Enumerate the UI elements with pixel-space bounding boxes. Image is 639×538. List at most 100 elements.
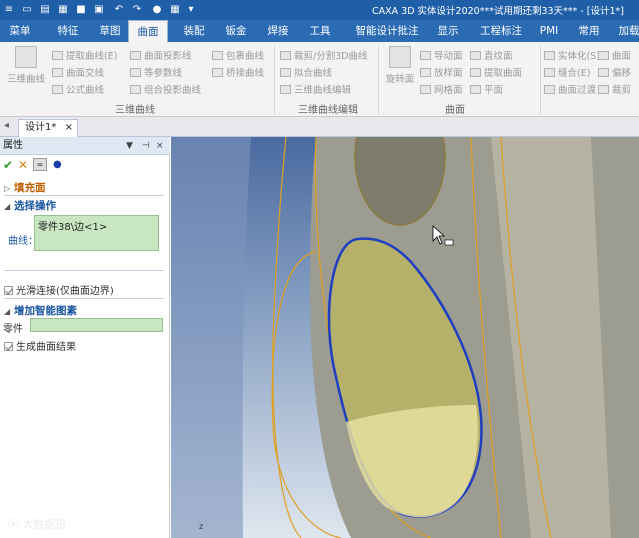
- curve-selection-field[interactable]: 零件38\边<1>: [34, 215, 159, 251]
- bridge-curve-button[interactable]: 桥接曲线: [212, 65, 264, 79]
- tab-assembly[interactable]: 装配: [176, 20, 212, 42]
- surface-projection-button[interactable]: 曲面投影线: [130, 48, 192, 62]
- trim-surface-button[interactable]: 裁剪: [598, 82, 631, 96]
- sweep-surface-icon: [420, 51, 431, 60]
- generate-surface-checkbox[interactable]: 生成曲面结果: [4, 338, 76, 353]
- collapse-icon: ◢: [4, 307, 11, 316]
- section-select-operation[interactable]: ◢ 选择操作: [4, 198, 56, 213]
- panel-menu-icon[interactable]: ▼: [126, 137, 133, 155]
- checkbox-box: [4, 342, 13, 351]
- tab-sketch[interactable]: 草图: [92, 20, 128, 42]
- close-document-icon[interactable]: ×: [65, 120, 73, 136]
- fit-curve-button[interactable]: 拟合曲线: [280, 65, 332, 79]
- bridge-curve-icon: [212, 68, 223, 77]
- revolve-surface-button[interactable]: 旋转面: [382, 46, 418, 85]
- tab-smart-annotation[interactable]: 智能设计批注: [346, 20, 428, 42]
- cancel-icon[interactable]: ✕: [18, 158, 28, 172]
- 3d-viewport[interactable]: z: [171, 137, 639, 538]
- tab-menu[interactable]: 菜单: [4, 20, 36, 42]
- app-menu-icon[interactable]: ≡: [2, 2, 16, 18]
- surface-extra-icon: [598, 51, 609, 60]
- save-icon[interactable]: ■: [74, 2, 88, 18]
- save-as-icon[interactable]: ▣: [92, 2, 106, 18]
- wrap-curve-button[interactable]: 包裹曲线: [212, 48, 264, 62]
- plane-icon: [470, 85, 481, 94]
- print-icon[interactable]: ▦: [56, 2, 70, 18]
- panel-pin-icon[interactable]: ⊣: [142, 137, 150, 155]
- checkbox-box: [4, 286, 13, 295]
- document-tab[interactable]: 设计1* ×: [18, 119, 78, 137]
- preview-icon[interactable]: ∞: [33, 158, 47, 171]
- 3d-curve-button[interactable]: 三维曲线: [4, 46, 48, 85]
- watermark: ⓚ 大数据班: [8, 518, 67, 531]
- tab-pmi[interactable]: PMI: [534, 20, 564, 42]
- trim-split-curve-button[interactable]: 裁剪/分割3D曲线: [280, 48, 368, 62]
- tab-weld[interactable]: 焊接: [260, 20, 296, 42]
- mesh-surface-button[interactable]: 网格面: [420, 82, 463, 96]
- 3d-curve-icon: [15, 46, 37, 68]
- redo-icon[interactable]: ↷: [130, 2, 144, 18]
- surface-extra-button[interactable]: 曲面: [598, 48, 631, 62]
- extract-surface-icon: [470, 68, 481, 77]
- tab-engineering-annotation[interactable]: 工程标注: [472, 20, 530, 42]
- panel-close-icon[interactable]: ×: [156, 137, 164, 155]
- group-label-3d-curves: 三维曲线: [115, 105, 155, 116]
- surface-intersection-button[interactable]: 曲面交线: [52, 65, 104, 79]
- fit-curve-icon: [280, 68, 291, 77]
- viewport-canvas[interactable]: z: [171, 137, 639, 538]
- section-add-smart-elements[interactable]: ◢ 增加智能图素: [4, 303, 77, 318]
- tab-sheet-metal[interactable]: 钣金: [218, 20, 254, 42]
- surface-blend-button[interactable]: 曲面过渡: [544, 82, 596, 96]
- loft-surface-button[interactable]: 放样面: [420, 65, 463, 79]
- status-dot-icon: ●: [53, 159, 62, 170]
- part-selection-field[interactable]: [30, 318, 163, 332]
- divider: [4, 195, 164, 196]
- smooth-connect-checkbox[interactable]: 光滑连接(仅曲面边界): [4, 282, 114, 297]
- tab-surface[interactable]: 曲面: [128, 20, 168, 42]
- offset-button[interactable]: 偏移: [598, 65, 631, 79]
- customize-toolbar-icon[interactable]: ▾: [184, 2, 198, 18]
- revolve-surface-icon: [389, 46, 411, 68]
- ruled-surface-button[interactable]: 直纹面: [470, 48, 513, 62]
- combined-projection-icon: [130, 85, 141, 94]
- extract-surface-button[interactable]: 提取曲面: [470, 65, 522, 79]
- group-label-curve-edit: 三维曲线编辑: [298, 105, 358, 116]
- tab-load[interactable]: 加载: [612, 20, 639, 42]
- mesh-surface-icon: [420, 85, 431, 94]
- ruled-surface-icon: [470, 51, 481, 60]
- tab-common[interactable]: 常用: [572, 20, 606, 42]
- sweep-surface-button[interactable]: 导动面: [420, 48, 463, 62]
- confirm-icon[interactable]: ✔: [3, 158, 13, 172]
- solidify-icon: [544, 51, 555, 60]
- curve-edit-button[interactable]: 三维曲线编辑: [280, 82, 351, 96]
- render-icon[interactable]: ●: [150, 2, 164, 18]
- extract-curve-icon: [52, 51, 63, 60]
- tab-display[interactable]: 显示: [430, 20, 466, 42]
- divider: [4, 298, 164, 299]
- iso-parameter-line-button[interactable]: 等参数线: [130, 65, 182, 79]
- pin-icon[interactable]: ◂: [4, 120, 9, 131]
- group-separator: [540, 46, 541, 114]
- expand-icon: ▷: [4, 184, 11, 193]
- ribbon-panel: 三维曲线 提取曲线(E) 曲面交线 公式曲线 曲面投影线 等参数线 组合投影曲线…: [0, 42, 639, 117]
- iso-parameter-icon: [130, 68, 141, 77]
- formula-curve-button[interactable]: 公式曲线: [52, 82, 104, 96]
- new-file-icon[interactable]: ▭: [20, 2, 34, 18]
- open-file-icon[interactable]: ▤: [38, 2, 52, 18]
- extract-curve-button[interactable]: 提取曲线(E): [52, 48, 117, 62]
- offset-icon: [598, 68, 609, 77]
- window-title: CAXA 3D 实体设计2020***试用期还剩33天*** - [设计1*]: [372, 6, 624, 17]
- part-label: 零件: [3, 324, 23, 335]
- collapse-icon: ◢: [4, 202, 11, 211]
- tab-feature[interactable]: 特征: [50, 20, 86, 42]
- solidify-button[interactable]: 实体化(S): [544, 48, 600, 62]
- combined-projection-button[interactable]: 组合投影曲线: [130, 82, 201, 96]
- properties-panel: 属性 ▼ ⊣ × ✔ ✕ ∞ ● ▷ 填充面 ◢ 选择操作 曲线： 零件38\边<1…: [0, 137, 170, 538]
- tab-tools[interactable]: 工具: [302, 20, 338, 42]
- plane-surface-button[interactable]: 平面: [470, 82, 503, 96]
- group-separator: [378, 46, 379, 114]
- section-fill-surface[interactable]: ▷ 填充面: [4, 180, 46, 195]
- grid-icon[interactable]: ▦: [168, 2, 182, 18]
- stitch-button[interactable]: 缝合(E): [544, 65, 590, 79]
- undo-icon[interactable]: ↶: [112, 2, 126, 18]
